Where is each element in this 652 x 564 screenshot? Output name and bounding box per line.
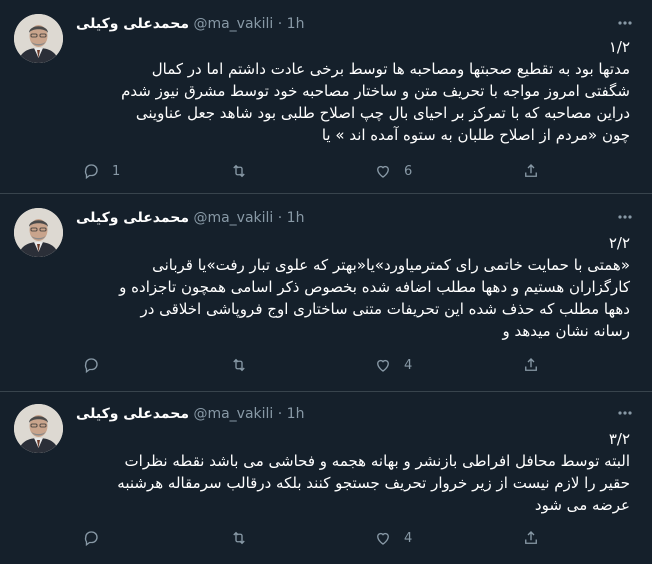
tweet-text: ۲/۲ «همتی با حمایت خاتمی رای کمترمیاورد»… [76,232,630,342]
tweet-text: ۳/۲ البته توسط محافل افراطی بازنشر و بها… [76,428,630,516]
text-line: رسانه نشان میدهد و [502,322,630,340]
text-line: دهها مطلب که حذف شده این تحریفات متنی سا… [140,300,630,318]
tweet-2[interactable]: محمدعلی وکیلی @ma_vakili · 1h ۲/۲ «همتی … [0,194,652,392]
retweet-icon [233,164,245,178]
separator-dot: · [277,16,283,32]
author-name[interactable]: محمدعلی وکیلی [76,406,189,422]
tweet-text: ۱/۲ مدتها بود به تقطیع صحبتها ومصاحبه ها… [76,36,630,146]
retweet-icon [233,531,245,545]
tweet-header: محمدعلی وکیلی @ma_vakili · 1h [76,208,304,228]
more-icon[interactable] [616,14,634,32]
author-name[interactable]: محمدعلی وکیلی [76,16,189,32]
text-line: البته توسط محافل افراطی بازنشر و بهانه ه… [124,452,630,470]
tweet-header: محمدعلی وکیلی @ma_vakili · 1h [76,404,304,424]
timestamp[interactable]: 1h [287,406,305,422]
like-count: 6 [404,163,413,179]
thread-counter: ۳/۲ [608,430,630,448]
avatar[interactable] [14,14,63,63]
like-icon [377,165,389,178]
tweet-1[interactable]: محمدعلی وکیلی @ma_vakili · 1h ۱/۲ مدتها … [0,0,652,194]
reply-icon [84,358,98,374]
share-icon [525,531,537,544]
timestamp[interactable]: 1h [287,16,305,32]
share-icon [525,358,537,371]
like-count: 4 [404,357,413,373]
like-icon [377,359,389,372]
like-button[interactable]: 6 [374,161,412,181]
avatar[interactable] [14,404,63,453]
text-line: چون «مردم از اصلاح طلبان به ستوه آمده ان… [321,126,630,144]
share-button[interactable] [522,528,540,548]
text-line: مدتها بود به تقطیع صحبتها ومصاحبه ها توس… [151,60,630,78]
timestamp[interactable]: 1h [287,210,305,226]
like-count: 4 [404,530,413,546]
reply-count: 1 [112,163,121,179]
share-icon [525,164,537,177]
reply-button[interactable]: 1 [82,161,120,181]
like-button[interactable]: 4 [374,355,412,375]
reply-button[interactable] [82,355,112,375]
more-icon[interactable] [616,208,634,226]
tweet-header: محمدعلی وکیلی @ma_vakili · 1h [76,14,304,34]
author-name[interactable]: محمدعلی وکیلی [76,210,189,226]
retweet-icon [233,358,245,372]
retweet-button[interactable] [230,528,260,548]
thread-counter: ۱/۲ [608,38,630,56]
author-handle[interactable]: @ma_vakili [193,16,273,32]
action-bar: 4 [76,355,576,375]
action-bar: 1 6 [76,161,576,181]
more-icon[interactable] [616,404,634,422]
author-handle[interactable]: @ma_vakili [193,406,273,422]
retweet-button[interactable] [230,355,260,375]
text-line: شگفتی امروز مواجه با تحریف متن و ساختار … [121,82,630,100]
separator-dot: · [277,406,283,422]
text-line: کارگزاران هستیم و دهها مطلب اضافه شده بخ… [119,278,630,296]
author-handle[interactable]: @ma_vakili [193,210,273,226]
share-button[interactable] [522,161,540,181]
thread-counter: ۲/۲ [608,234,630,252]
reply-icon [84,164,98,180]
reply-button[interactable] [82,528,112,548]
text-line: عرضه می شود [534,496,630,514]
like-icon [377,532,389,545]
like-button[interactable]: 4 [374,528,412,548]
reply-icon [84,531,98,547]
separator-dot: · [277,210,283,226]
action-bar: 4 [76,528,576,548]
avatar[interactable] [14,208,63,257]
text-line: دراین مصاحبه که با تمرکز بر احیای بال چپ… [135,104,630,122]
text-line: «همتی با حمایت خاتمی رای کمترمیاورد»یا«ب… [152,256,630,274]
text-line: حقیر را لازم نیست از زیر خروار تحریف جست… [117,474,630,492]
retweet-button[interactable] [230,161,260,181]
tweet-3[interactable]: محمدعلی وکیلی @ma_vakili · 1h ۳/۲ البته … [0,392,652,564]
share-button[interactable] [522,355,540,375]
